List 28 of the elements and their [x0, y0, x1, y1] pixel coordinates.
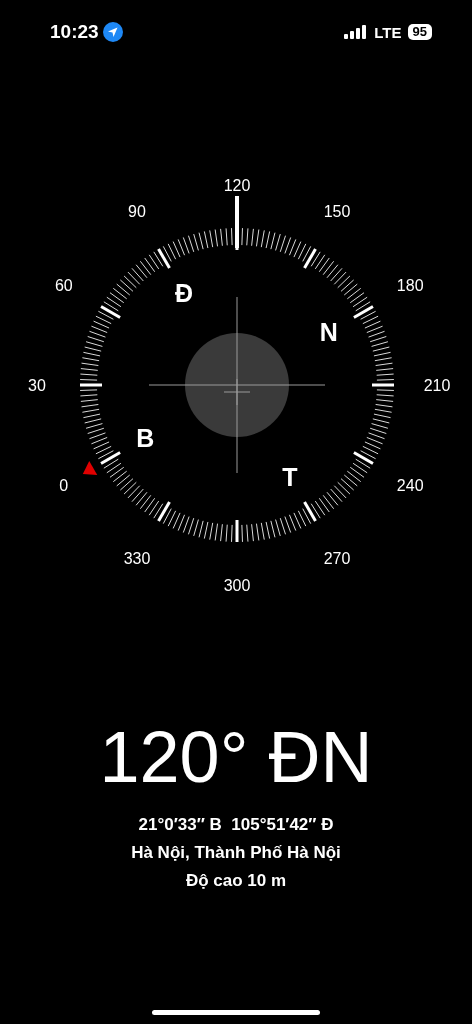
coordinates: 21°0′33″ B 105°51′42″ Đ	[138, 814, 334, 836]
heading-line	[235, 196, 239, 248]
cardinal-label: T	[282, 462, 298, 491]
cardinal-label: Đ	[174, 279, 194, 308]
degree-label: 180	[396, 276, 424, 294]
degree-label: 150	[323, 203, 351, 221]
degree-label: 90	[128, 203, 146, 221]
degree-label: 30	[28, 376, 46, 394]
cardinal-label: B	[136, 424, 155, 452]
degree-label: 60	[54, 276, 73, 294]
degree-label: 120	[223, 176, 251, 194]
home-indicator[interactable]	[152, 1010, 320, 1015]
status-time: 10:23	[50, 21, 99, 43]
degree-label: 0	[59, 476, 69, 494]
degree-label: 240	[396, 476, 424, 494]
location-name: Hà Nội, Thành Phố Hà Nội	[131, 842, 341, 864]
north-marker	[82, 461, 98, 475]
degree-label: 270	[323, 549, 351, 567]
altitude: Độ cao 10 m	[185, 870, 287, 892]
degree-label: 300	[223, 576, 251, 594]
degree-label: 330	[123, 549, 151, 567]
network-type: LTE	[374, 23, 402, 41]
battery-level: 95	[407, 24, 432, 40]
degree-label: 210	[423, 376, 451, 394]
location-icon	[102, 22, 123, 42]
cardinal-label: N	[319, 318, 338, 346]
signal-icon	[344, 25, 369, 39]
heading-reading: 120° ĐN	[99, 716, 373, 799]
